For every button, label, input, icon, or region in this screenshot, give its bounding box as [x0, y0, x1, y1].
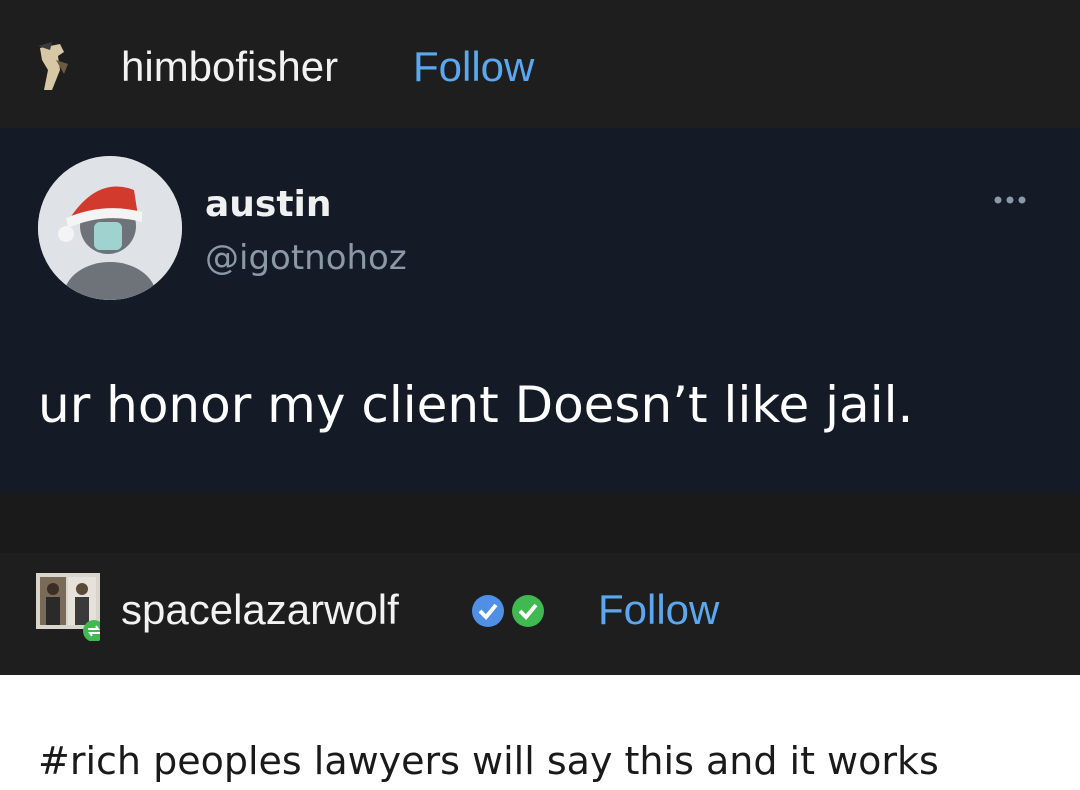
reblogger-username[interactable]: spacelazarwolf [121, 583, 399, 637]
follow-button[interactable]: Follow [413, 40, 534, 94]
reblog-follow-button[interactable]: Follow [598, 583, 719, 637]
verified-badges [472, 595, 544, 627]
reblog-header: spacelazarwolf Follow [0, 553, 1080, 675]
tweet-author-handle[interactable]: @igotnohoz [205, 238, 407, 278]
tweet-text: ur honor my client Doesn’t like jail. [38, 376, 914, 434]
reblogger-avatar-icon[interactable] [36, 573, 100, 641]
verified-blue-icon [472, 595, 504, 627]
post-divider [0, 493, 1080, 553]
reblog-comment-text: #rich peoples lawyers will say this and … [38, 739, 939, 783]
comment-area: #rich peoples lawyers will say this and … [0, 675, 1080, 790]
verified-green-icon [512, 595, 544, 627]
tweet-avatar[interactable] [38, 156, 182, 300]
post-header: himbofisher Follow [0, 0, 1080, 128]
embedded-tweet-card: austin @igotnohoz ur honor my client Doe… [0, 128, 1080, 493]
post-username[interactable]: himbofisher [121, 40, 338, 94]
tweet-author-name[interactable]: austin [205, 184, 332, 225]
user-avatar-icon[interactable] [30, 40, 80, 94]
more-options-icon[interactable] [990, 192, 1038, 208]
avatar-illustration-icon [38, 156, 182, 300]
